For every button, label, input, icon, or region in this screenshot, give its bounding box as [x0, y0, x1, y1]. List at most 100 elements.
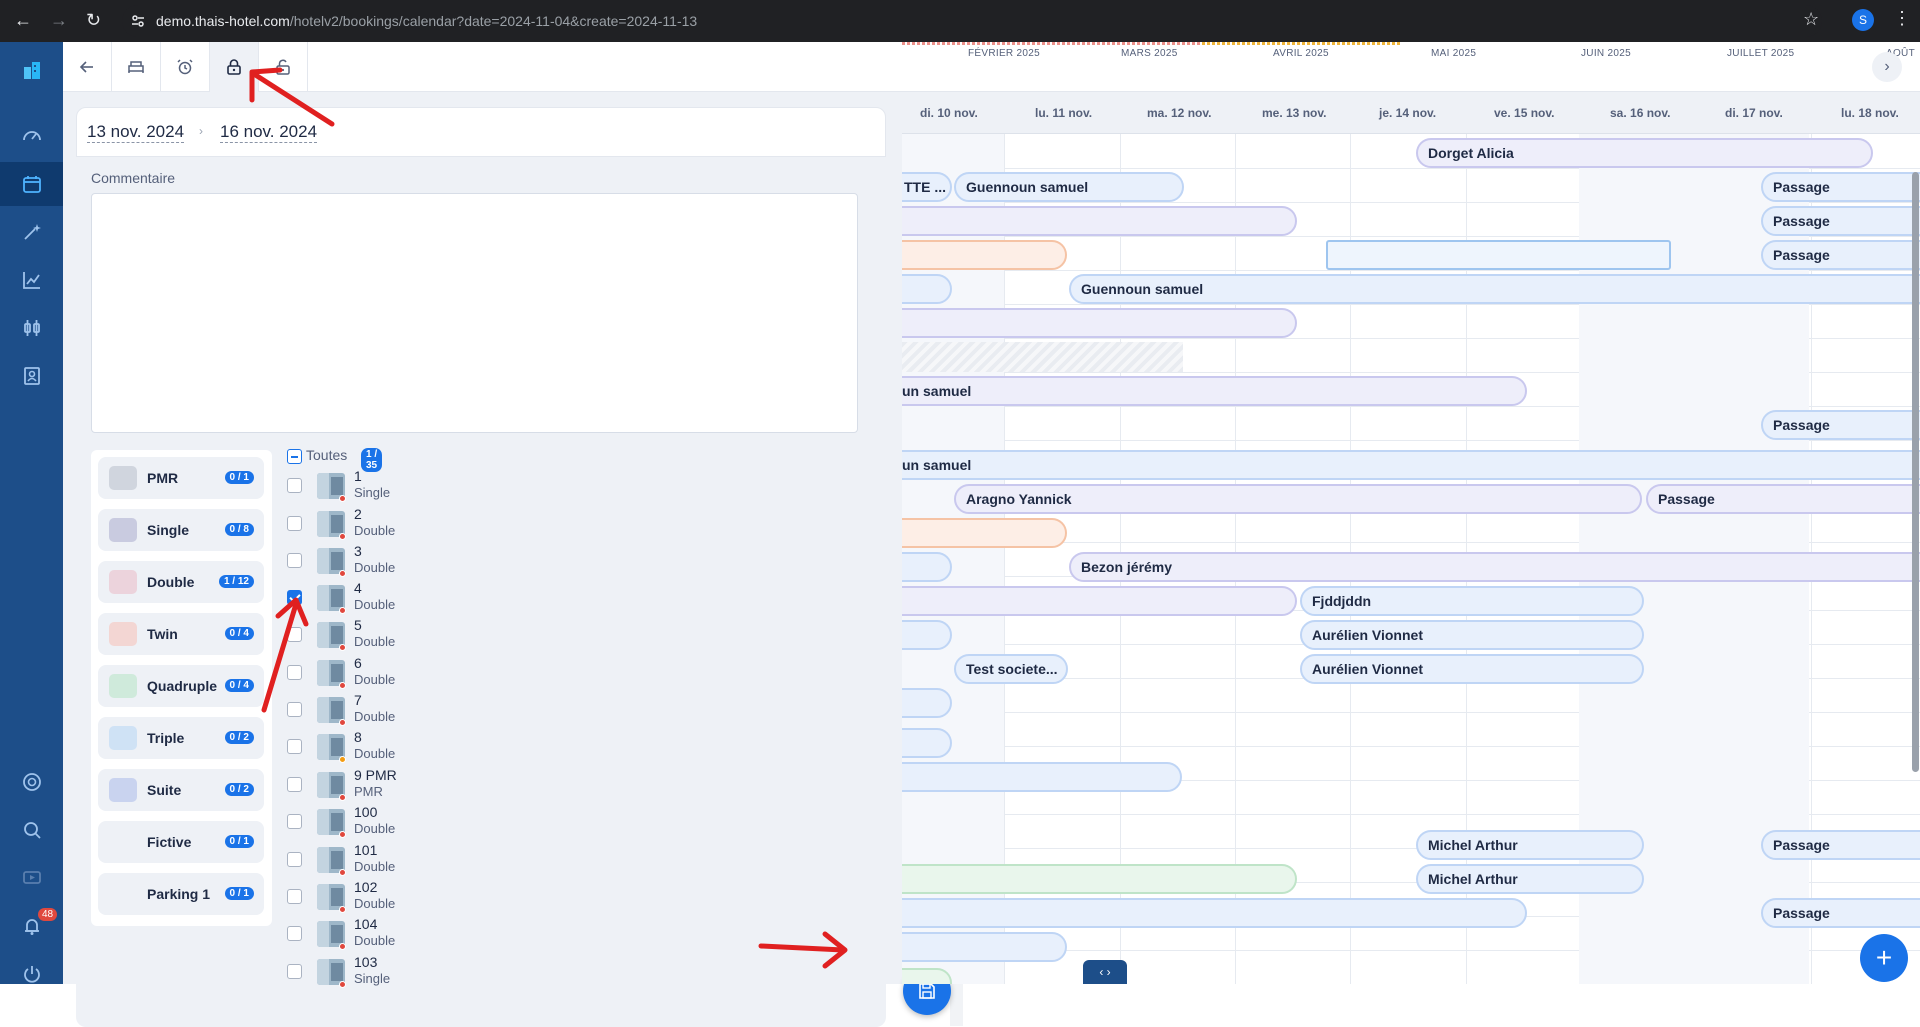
scrollbar-thumb[interactable]: [1912, 172, 1919, 772]
room-checkbox[interactable]: [287, 964, 302, 979]
month-label[interactable]: MARS 2025: [1121, 48, 1178, 59]
booking-bar[interactable]: [902, 968, 952, 984]
video-icon[interactable]: [0, 856, 63, 900]
booking-bar[interactable]: [902, 864, 1297, 894]
booking-bar[interactable]: [902, 620, 952, 650]
room-checkbox[interactable]: [287, 777, 302, 792]
calendar-grid[interactable]: Dorget Alicia TTE ... Guennoun samuel Pa…: [902, 134, 1920, 984]
booking-bar[interactable]: [902, 586, 1297, 616]
booking-bar[interactable]: Passage: [1761, 410, 1920, 440]
room-row[interactable]: 9 PMR PMR: [283, 766, 483, 803]
room-checkbox[interactable]: [287, 478, 302, 493]
booking-bar[interactable]: Dorget Alicia: [1416, 138, 1873, 168]
booking-bar[interactable]: [902, 762, 1182, 792]
booking-bar[interactable]: Guennoun samuel: [954, 172, 1184, 202]
browser-menu-icon[interactable]: ⋮: [1893, 8, 1911, 29]
address-bar[interactable]: demo.thais-hotel.com/hotelv2/bookings/ca…: [122, 5, 1822, 37]
booking-bar[interactable]: [902, 240, 1067, 270]
calendar-icon[interactable]: [0, 162, 63, 206]
room-type-suite[interactable]: Suite 0 / 2: [98, 769, 264, 811]
booking-bar[interactable]: Bezon jérémy: [1069, 552, 1920, 582]
room-row[interactable]: 8 Double: [283, 728, 483, 765]
room-row[interactable]: 104 Double: [283, 915, 483, 952]
booking-bar[interactable]: Passage: [1761, 172, 1920, 202]
bed-button[interactable]: [112, 42, 161, 92]
browser-forward-icon[interactable]: →: [50, 10, 68, 31]
room-checkbox[interactable]: [287, 516, 302, 531]
browser-reload-icon[interactable]: ↻: [86, 10, 101, 31]
booking-bar[interactable]: [902, 206, 1297, 236]
month-label[interactable]: JUIN 2025: [1581, 48, 1631, 59]
chart-icon[interactable]: [0, 258, 63, 302]
add-booking-button[interactable]: +: [1860, 934, 1908, 982]
next-period-button[interactable]: ›: [1872, 52, 1902, 82]
booking-bar[interactable]: Aurélien Vionnet: [1300, 620, 1644, 650]
booking-bar[interactable]: [902, 308, 1297, 338]
booking-bar[interactable]: [902, 728, 952, 758]
booking-bar[interactable]: [902, 932, 1067, 962]
booking-bar[interactable]: Test societe...: [954, 654, 1068, 684]
room-row[interactable]: 2 Double: [283, 505, 483, 542]
room-checkbox[interactable]: [287, 889, 302, 904]
room-type-fictive[interactable]: Fictive 0 / 1: [98, 821, 264, 863]
room-row[interactable]: 101 Double: [283, 841, 483, 878]
help-icon[interactable]: [0, 760, 63, 804]
alarm-clock-button[interactable]: [161, 42, 210, 92]
magic-wand-icon[interactable]: [0, 210, 63, 254]
select-all-checkbox[interactable]: [287, 449, 302, 464]
booking-bar[interactable]: TTE ...: [902, 172, 952, 202]
bookmark-star-icon[interactable]: ☆: [1803, 9, 1819, 30]
room-row[interactable]: 3 Double: [283, 542, 483, 579]
booking-bar[interactable]: Aragno Yannick: [954, 484, 1642, 514]
booking-bar[interactable]: [902, 688, 952, 718]
booking-bar[interactable]: Passage: [1761, 206, 1920, 236]
site-info-icon[interactable]: [130, 13, 146, 29]
sliders-icon[interactable]: [0, 306, 63, 350]
room-row[interactable]: 100 Double: [283, 803, 483, 840]
room-checkbox[interactable]: [287, 553, 302, 568]
month-timeline[interactable]: FÉVRIER 2025 MARS 2025 AVRIL 2025 MAI 20…: [902, 42, 1920, 92]
room-type-double[interactable]: Double 1 / 12: [98, 561, 264, 603]
booking-bar[interactable]: Michel Arthur: [1416, 830, 1644, 860]
booking-bar[interactable]: Aurélien Vionnet: [1300, 654, 1644, 684]
room-row[interactable]: 1 Single: [283, 467, 483, 504]
booking-bar[interactable]: Passage: [1761, 898, 1920, 928]
month-label[interactable]: JUILLET 2025: [1727, 48, 1794, 59]
room-type-pmr[interactable]: PMR 0 / 1: [98, 457, 264, 499]
logo-icon[interactable]: [0, 48, 63, 92]
booking-bar[interactable]: Guennoun samuel: [1069, 274, 1920, 304]
room-type-single[interactable]: Single 0 / 8: [98, 509, 264, 551]
month-label[interactable]: AVRIL 2025: [1273, 48, 1329, 59]
dashboard-icon[interactable]: [0, 114, 63, 158]
room-checkbox[interactable]: [287, 926, 302, 941]
booking-bar[interactable]: Passage: [1761, 240, 1920, 270]
contacts-icon[interactable]: [0, 354, 63, 398]
room-checkbox[interactable]: [287, 814, 302, 829]
booking-bar[interactable]: [902, 518, 1067, 548]
calendar-scrollbar[interactable]: [1911, 134, 1920, 984]
browser-back-icon[interactable]: ←: [14, 10, 32, 31]
booking-bar[interactable]: [902, 898, 1527, 928]
booking-bar[interactable]: Passage: [1646, 484, 1920, 514]
room-type-quadruple[interactable]: Quadruple 0 / 4: [98, 665, 264, 707]
comment-field[interactable]: [91, 193, 858, 433]
bell-icon[interactable]: 48: [0, 904, 63, 948]
month-label[interactable]: MAI 2025: [1431, 48, 1476, 59]
booking-bar[interactable]: [902, 274, 952, 304]
start-date[interactable]: 13 nov. 2024: [87, 122, 185, 143]
room-checkbox[interactable]: [287, 739, 302, 754]
booking-bar[interactable]: Fjddjddn: [1300, 586, 1644, 616]
booking-bar[interactable]: un samuel: [902, 376, 1527, 406]
room-checkbox[interactable]: [287, 852, 302, 867]
room-row[interactable]: 103 Single: [283, 953, 483, 990]
room-type-triple[interactable]: Triple 0 / 2: [98, 717, 264, 759]
power-icon[interactable]: [0, 952, 63, 996]
search-icon[interactable]: [0, 808, 63, 852]
profile-avatar[interactable]: S: [1852, 9, 1874, 31]
booking-bar[interactable]: [1326, 240, 1671, 270]
month-label[interactable]: FÉVRIER 2025: [968, 48, 1040, 59]
collapse-panel-button[interactable]: ‹ ›: [1083, 960, 1127, 984]
booking-bar[interactable]: Passage: [1761, 830, 1920, 860]
room-row[interactable]: 102 Double: [283, 878, 483, 915]
booking-bar[interactable]: un samuel: [902, 450, 1920, 480]
